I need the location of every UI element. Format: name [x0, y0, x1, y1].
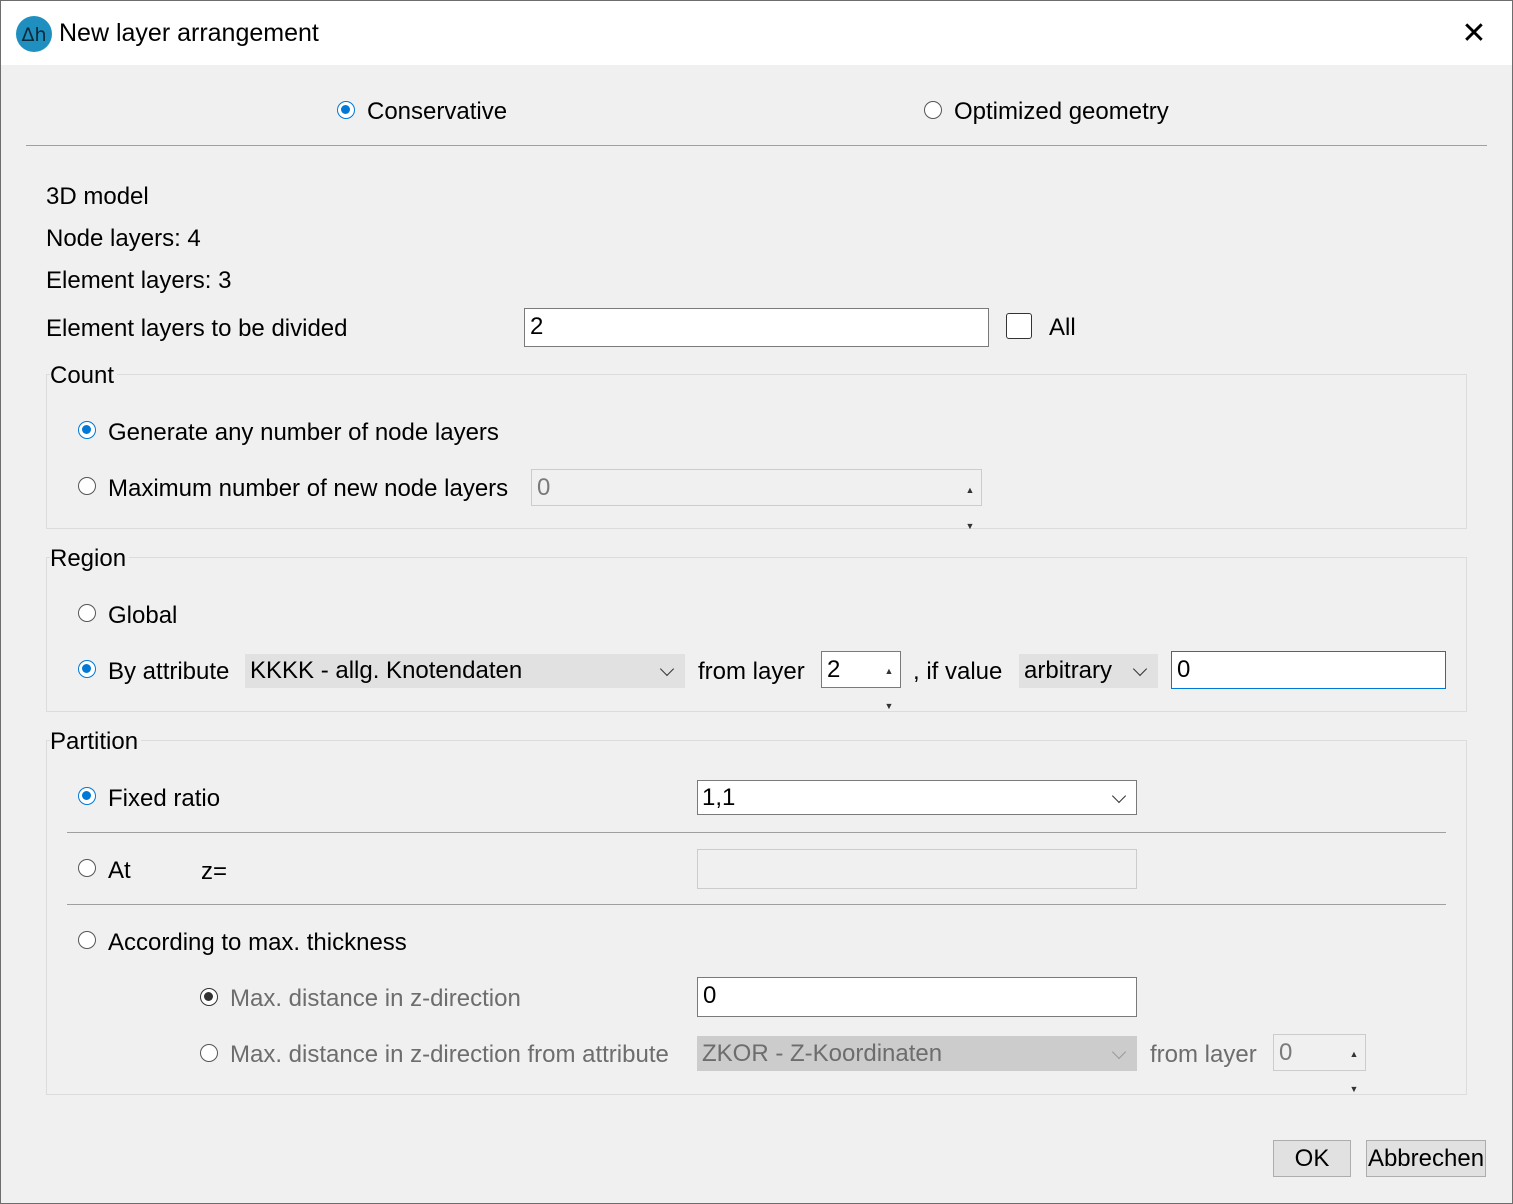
- z-attribute-value: ZKOR - Z-Koordinaten: [702, 1040, 943, 1067]
- fixed-ratio-label[interactable]: Fixed ratio: [108, 785, 220, 813]
- spin-up-icon[interactable]: ▲: [880, 654, 898, 689]
- condition-dropdown[interactable]: arbitrary: [1019, 654, 1158, 688]
- conservative-radio[interactable]: [337, 101, 355, 119]
- spin-buttons[interactable]: ▲ ▼: [880, 654, 898, 711]
- model-type-text: 3D model: [46, 183, 149, 210]
- spin-buttons[interactable]: ▲ ▼: [1345, 1037, 1363, 1094]
- divide-layers-input[interactable]: 2: [524, 308, 989, 347]
- generate-any-radio[interactable]: [78, 421, 96, 439]
- max-distance-label[interactable]: Max. distance in z-direction: [230, 985, 521, 1013]
- max-distance-attribute-label[interactable]: Max. distance in z-direction from attrib…: [230, 1041, 669, 1069]
- optimized-geometry-label[interactable]: Optimized geometry: [954, 98, 1169, 126]
- ratio-dropdown[interactable]: 1,1: [697, 780, 1137, 815]
- attribute-value-input[interactable]: 0: [1171, 651, 1446, 689]
- close-icon[interactable]: ✕: [1441, 2, 1507, 64]
- spin-up-icon[interactable]: ▲: [1345, 1037, 1363, 1072]
- at-radio[interactable]: [78, 859, 96, 877]
- at-label[interactable]: At: [108, 857, 131, 885]
- element-layers-text: Element layers: 3: [46, 267, 232, 294]
- partition-from-layer-label: from layer: [1150, 1041, 1257, 1068]
- max-thickness-radio[interactable]: [78, 931, 96, 949]
- chevron-down-icon: [659, 661, 675, 677]
- z-label: z=: [201, 858, 228, 885]
- fixed-ratio-radio[interactable]: [78, 787, 96, 805]
- divide-label: Element layers to be divided: [46, 315, 348, 342]
- condition-value: arbitrary: [1024, 657, 1113, 684]
- if-value-label: , if value: [913, 658, 1003, 685]
- partition-from-layer-spinbox[interactable]: 0 ▲ ▼: [1273, 1034, 1366, 1094]
- app-icon: Δh: [16, 16, 52, 52]
- window-title: New layer arrangement: [59, 19, 319, 47]
- ok-button[interactable]: OK: [1273, 1140, 1351, 1177]
- max-node-layers-label[interactable]: Maximum number of new node layers: [108, 475, 508, 503]
- spin-down-icon[interactable]: ▼: [961, 508, 979, 544]
- from-layer-value: 2: [827, 656, 841, 683]
- ratio-value: 1,1: [702, 784, 736, 811]
- attribute-value: KKKK - allg. Knotendaten: [250, 657, 523, 684]
- svg-text:Δh: Δh: [21, 24, 46, 46]
- spin-buttons[interactable]: ▲ ▼: [961, 472, 979, 531]
- max-distance-attribute-radio[interactable]: [200, 1044, 218, 1062]
- z-attribute-dropdown[interactable]: ZKOR - Z-Koordinaten: [697, 1036, 1137, 1071]
- partition-group-title: Partition: [50, 728, 142, 756]
- by-attribute-radio[interactable]: [78, 660, 96, 678]
- partition-from-layer-value: 0: [1279, 1039, 1293, 1066]
- max-node-layers-spinbox[interactable]: 0 ▲ ▼: [531, 469, 982, 531]
- all-label: All: [1049, 314, 1076, 341]
- max-node-layers-value: 0: [537, 474, 551, 501]
- max-distance-radio[interactable]: [200, 988, 218, 1006]
- node-layers-text: Node layers: 4: [46, 225, 201, 252]
- spin-down-icon[interactable]: ▼: [1345, 1072, 1363, 1107]
- max-node-layers-radio[interactable]: [78, 477, 96, 495]
- conservative-label[interactable]: Conservative: [367, 98, 507, 126]
- chevron-down-icon: [1111, 788, 1127, 803]
- from-layer-label: from layer: [698, 658, 805, 685]
- global-radio[interactable]: [78, 604, 96, 622]
- region-group-title: Region: [50, 545, 130, 573]
- separator: [67, 832, 1446, 833]
- z-input[interactable]: [697, 849, 1137, 889]
- attribute-dropdown[interactable]: KKKK - allg. Knotendaten: [245, 654, 685, 688]
- generate-any-label[interactable]: Generate any number of node layers: [108, 419, 499, 447]
- by-attribute-label[interactable]: By attribute: [108, 658, 229, 686]
- title-bar: Δh New layer arrangement ✕: [1, 1, 1512, 65]
- from-layer-spinbox[interactable]: 2 ▲ ▼: [821, 651, 901, 711]
- cancel-button[interactable]: Abbrechen: [1366, 1140, 1486, 1177]
- global-label[interactable]: Global: [108, 602, 177, 630]
- max-thickness-label[interactable]: According to max. thickness: [108, 929, 407, 957]
- chevron-down-icon: [1111, 1044, 1127, 1059]
- spin-up-icon[interactable]: ▲: [961, 472, 979, 508]
- count-group-title: Count: [50, 362, 118, 390]
- all-checkbox[interactable]: [1006, 313, 1032, 339]
- separator: [26, 145, 1487, 146]
- separator: [67, 904, 1446, 905]
- max-distance-input[interactable]: 0: [697, 977, 1137, 1017]
- optimized-geometry-radio[interactable]: [924, 101, 942, 119]
- spin-down-icon[interactable]: ▼: [880, 689, 898, 724]
- chevron-down-icon: [1132, 661, 1148, 677]
